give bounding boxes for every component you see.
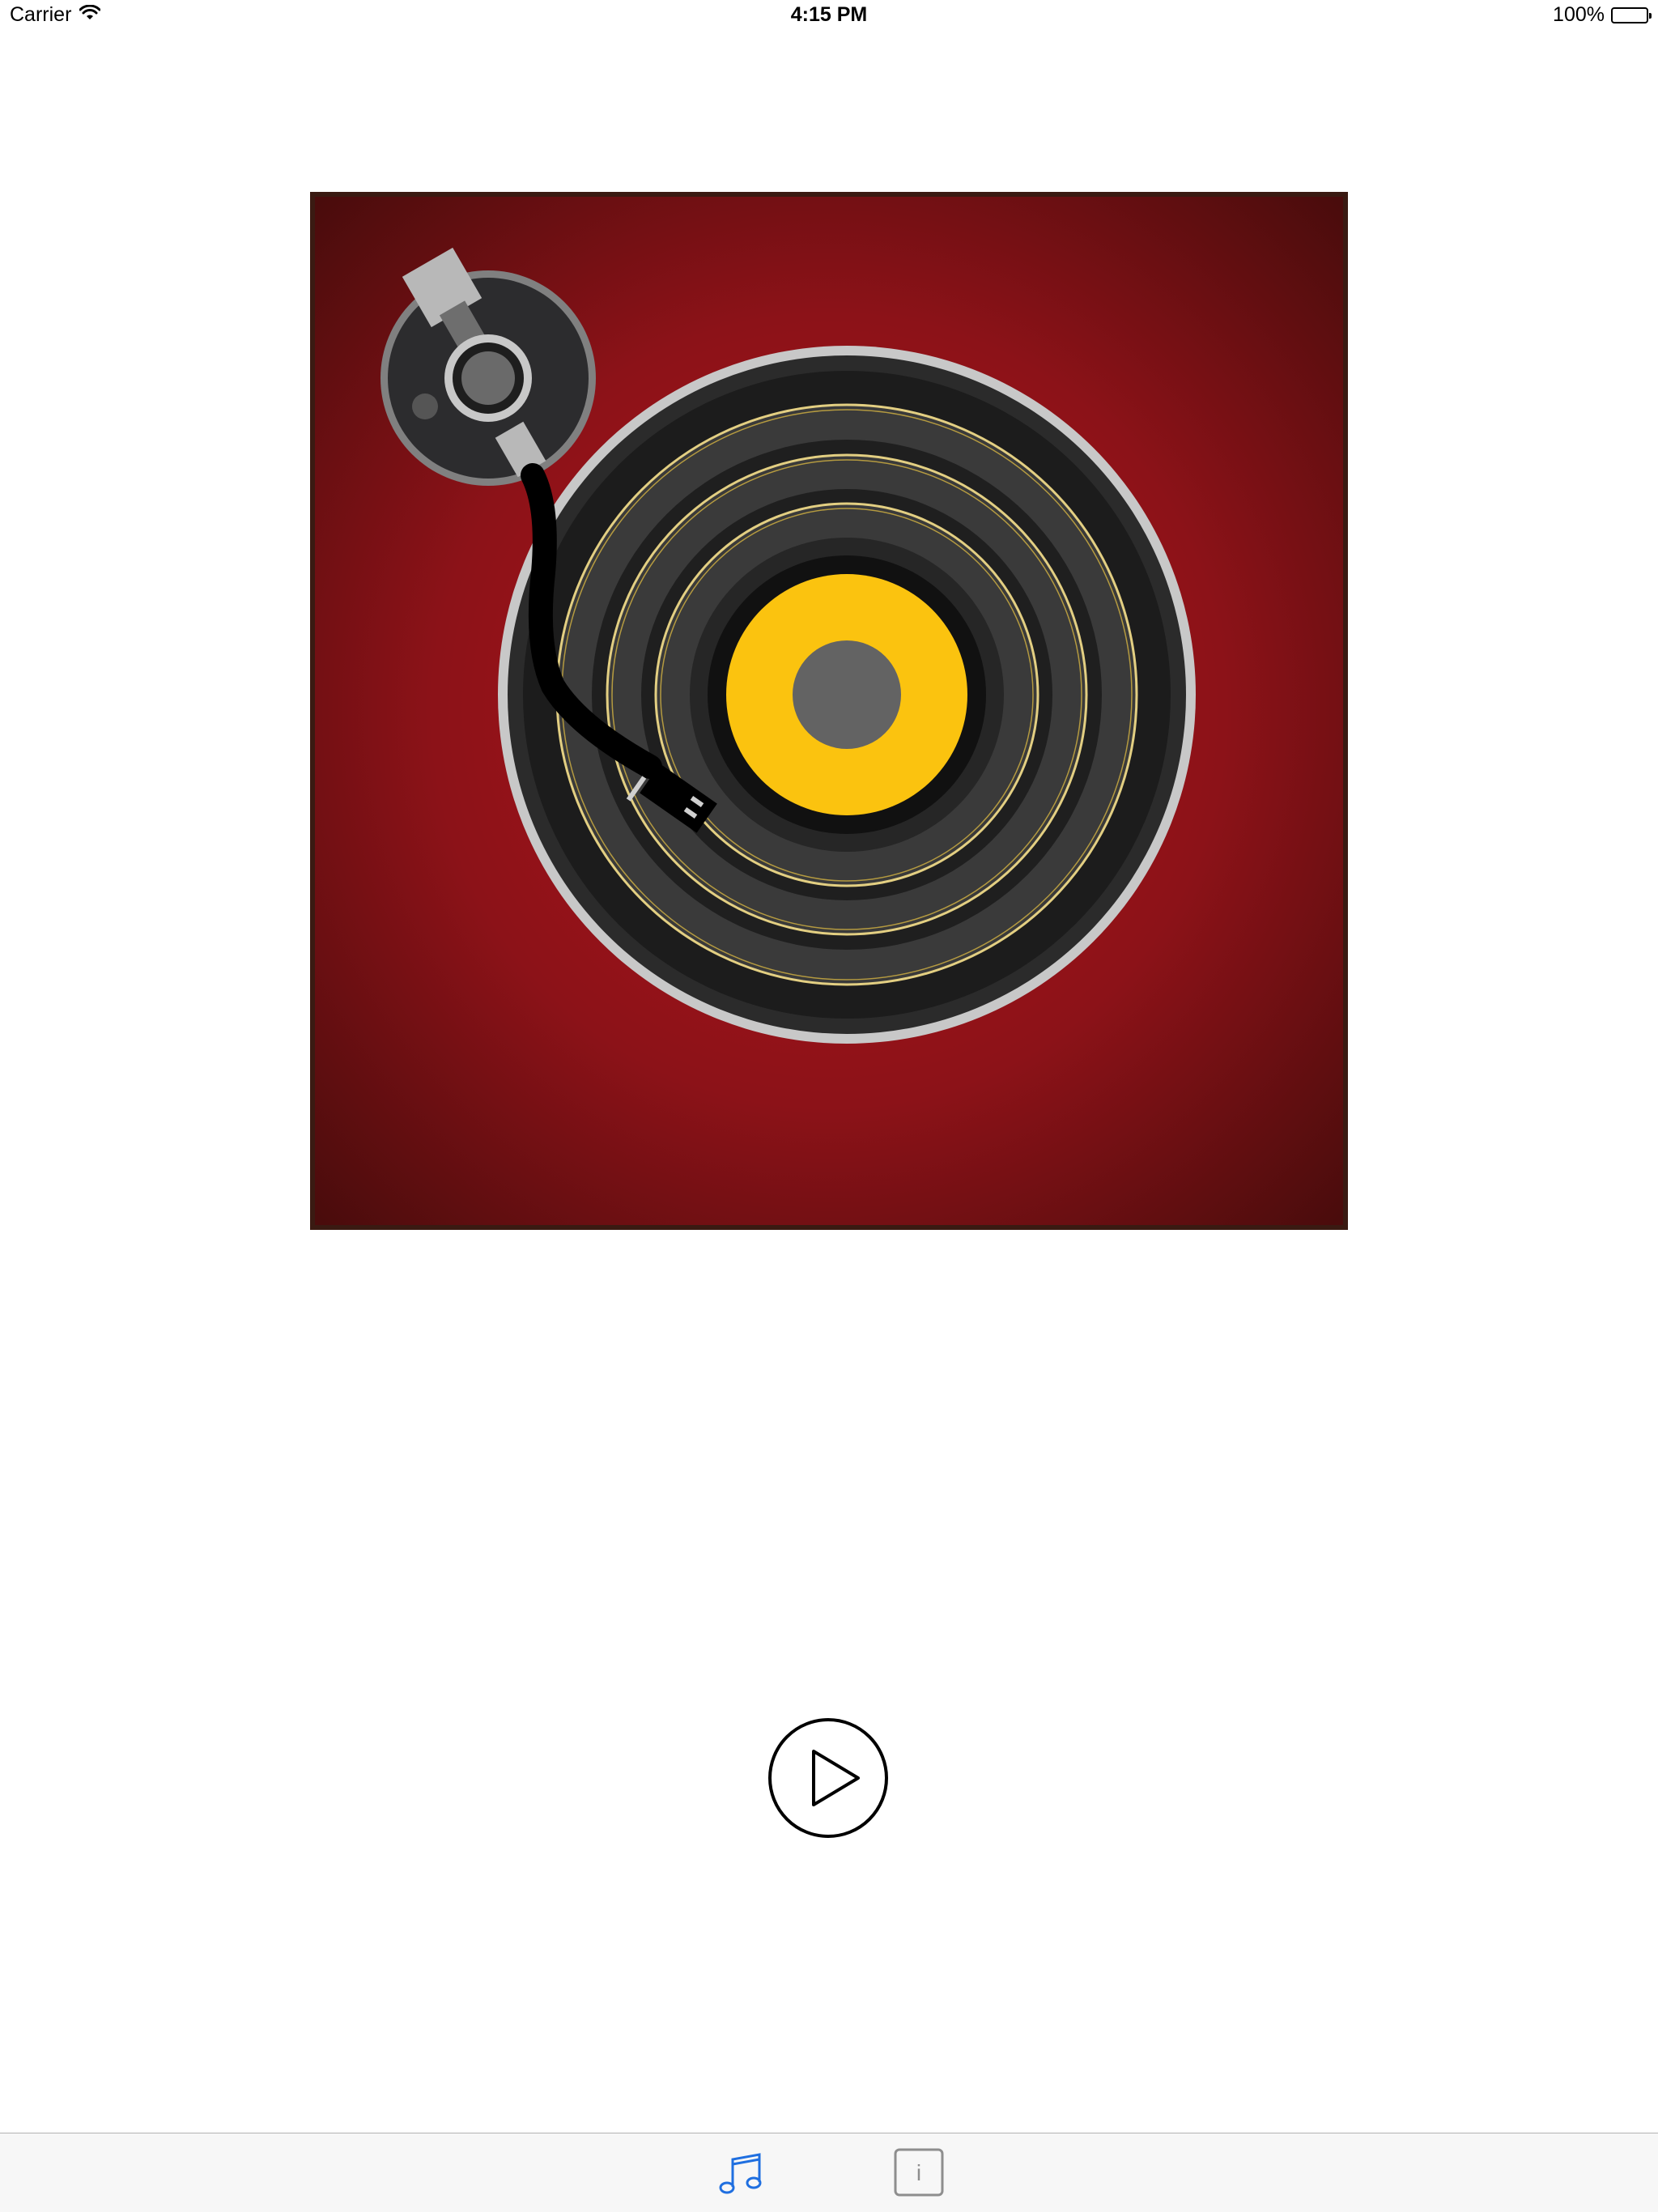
music-notes-icon (719, 2153, 762, 2194)
battery-icon (1611, 6, 1652, 23)
battery-percent: 100% (1553, 3, 1605, 26)
turntable-artwork (310, 192, 1348, 1230)
tab-music[interactable] (712, 2145, 769, 2201)
info-icon: i (894, 2148, 944, 2197)
info-glyph: i (916, 2160, 921, 2185)
play-button[interactable] (767, 1717, 889, 1839)
status-bar: Carrier 4:15 PM 100% (0, 0, 1658, 32)
tab-bar: i (0, 2133, 1658, 2212)
battery-status: 100% (1553, 3, 1652, 27)
status-time: 4:15 PM (790, 3, 868, 26)
play-circle-icon (768, 1718, 888, 1838)
tab-info[interactable]: i (891, 2145, 947, 2201)
